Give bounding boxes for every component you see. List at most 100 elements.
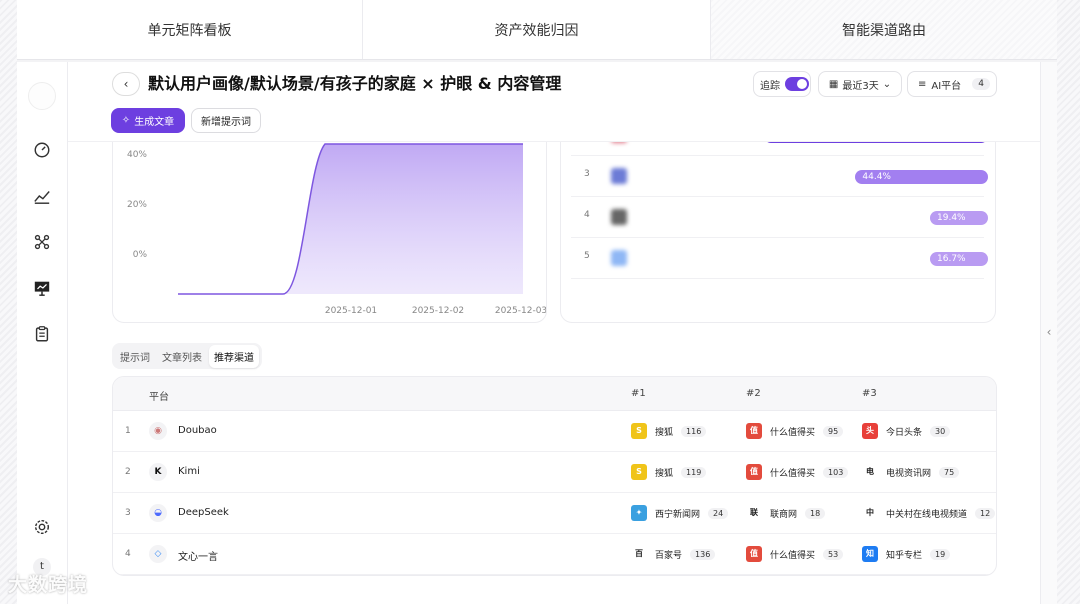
track-toggle-group: 追踪 [753, 71, 811, 97]
channel-name: 什么值得买 [770, 427, 816, 438]
generate-article-button[interactable]: ✧ 生成文章 [111, 108, 185, 133]
tab-asset-attribution[interactable]: 资产效能归因 [363, 0, 711, 59]
table-row[interactable]: 1 ◉ Doubao S 搜狐 116 值什么值得买 95 头今日头条 30 [113, 411, 996, 452]
ranking-row: 4 19.4% [571, 197, 988, 238]
back-button[interactable]: ‹ [112, 72, 140, 96]
channel-cell[interactable]: 联联商网 18 [746, 504, 826, 522]
col-rank-3: #3 [862, 388, 877, 399]
presentation-icon[interactable] [30, 276, 54, 300]
calendar-icon: ▦ [828, 78, 839, 90]
channel-cell[interactable]: 值什么值得买 103 [746, 463, 849, 481]
table-row[interactable]: 4 ◇ 文心一言 百百家号 136 值什么值得买 53 知知乎专栏 19 [113, 534, 996, 575]
channel-cell[interactable]: 电电视资讯网 75 [862, 463, 960, 481]
kimi-icon: K [149, 463, 167, 481]
citation-count: 18 [805, 507, 826, 519]
channel-cell[interactable]: ✦ 西宁新闻网 24 [631, 504, 729, 522]
citation-count: 119 [681, 466, 707, 478]
col-rank-1: #1 [631, 388, 646, 399]
y-tick-label: 20% [127, 200, 147, 210]
platform-count-badge: 4 [972, 78, 990, 90]
channel-name: 西宁新闻网 [655, 509, 701, 520]
tab-unit-matrix[interactable]: 单元矩阵看板 [17, 0, 363, 59]
channel-cell[interactable]: 值什么值得买 53 [746, 545, 844, 563]
dashboard-icon[interactable] [30, 138, 54, 162]
row-index: 2 [125, 467, 131, 477]
channel-logo-icon: 头 [862, 423, 878, 439]
citation-count: 19 [930, 548, 951, 560]
channel-name: 知乎专栏 [886, 550, 923, 561]
platform-name: 文心一言 [178, 552, 218, 563]
table-row[interactable]: 3 ◒ DeepSeek ✦ 西宁新闻网 24 联联商网 18 中中关村在线电视频道 12 [113, 493, 996, 534]
channel-name: 什么值得买 [770, 468, 816, 479]
rank-number: 5 [584, 251, 590, 261]
channel-cell[interactable]: S 搜狐 119 [631, 463, 707, 481]
channel-cell[interactable]: 百百家号 136 [631, 545, 716, 563]
row-index: 3 [125, 508, 131, 518]
citation-count: 75 [939, 466, 960, 478]
right-margin [1057, 0, 1080, 604]
channel-cell[interactable]: 值什么值得买 95 [746, 422, 844, 440]
channel-logo-icon: 值 [746, 464, 762, 480]
channel-cell[interactable]: 中中关村在线电视频道 12 [862, 504, 996, 522]
chevron-left-icon: ‹ [123, 77, 129, 91]
channel-name: 今日头条 [886, 427, 923, 438]
share-bar: 19.4% [930, 211, 988, 225]
date-range-select[interactable]: ▦ 最近3天 ⌄ [818, 71, 902, 97]
table-header: 平台 #1 #2 #3 [113, 377, 996, 411]
channel-logo-icon: S [631, 464, 647, 480]
page-title: 默认用户画像/默认场景/有孩子的家庭 × 护眼 & 内容管理 [148, 74, 562, 93]
table-row[interactable]: 2 K Kimi S 搜狐 119 值什么值得买 103 电电视资讯网 75 [113, 452, 996, 493]
tab-channel-routing[interactable]: 智能渠道路由 [711, 0, 1057, 59]
channel-logo-icon: 中 [862, 505, 878, 521]
add-prompt-button[interactable]: 新增提示词 [191, 108, 261, 133]
workspace-avatar[interactable] [28, 82, 56, 110]
analytics-icon[interactable] [30, 184, 54, 208]
citation-count: 53 [823, 548, 844, 560]
chevron-left-icon[interactable]: ‹ [1044, 322, 1054, 342]
rank-number: 4 [584, 210, 590, 220]
channel-logo-icon: 知 [862, 546, 878, 562]
citation-count: 30 [930, 425, 951, 437]
citation-count: 116 [681, 425, 707, 437]
tab-recommended-channels[interactable]: 推荐渠道 [209, 344, 259, 368]
row-index: 4 [125, 549, 131, 559]
tab-prompts[interactable]: 提示词 [115, 345, 155, 368]
channel-cell[interactable]: 知知乎专栏 19 [862, 545, 951, 563]
channel-logo-icon: 值 [746, 423, 762, 439]
channel-cell[interactable]: S 搜狐 116 [631, 422, 707, 440]
channel-logo-icon: S [631, 423, 647, 439]
network-icon[interactable] [30, 230, 54, 254]
brand-logo-icon [611, 168, 627, 184]
generate-article-label: 生成文章 [134, 117, 175, 128]
channel-logo-icon: 联 [746, 505, 762, 521]
ranking-row: 5 16.7% [571, 238, 988, 279]
x-tick-label: 2025-12-02 [412, 306, 464, 316]
row-index: 1 [125, 426, 131, 436]
wenxin-icon: ◇ [149, 545, 167, 563]
settings-icon[interactable] [30, 515, 54, 539]
share-bar: 44.4% [855, 170, 988, 184]
channel-name: 百家号 [655, 550, 683, 561]
channel-table: 平台 #1 #2 #3 1 ◉ Doubao S 搜狐 116 值什么值得买 95 头今日头条 3… [112, 376, 997, 576]
col-platform: 平台 [149, 392, 169, 403]
track-toggle[interactable] [785, 77, 809, 91]
citation-count: 136 [690, 548, 716, 560]
citation-count: 24 [708, 507, 729, 519]
channel-logo-icon: 电 [862, 464, 878, 480]
main-content: ‹ 默认用户画像/默认场景/有孩子的家庭 × 护眼 & 内容管理 追踪 ▦ 最近… [68, 62, 1040, 604]
clipboard-icon[interactable] [30, 322, 54, 346]
citation-count: 103 [823, 466, 849, 478]
channel-name: 什么值得买 [770, 550, 816, 561]
brand-logo-icon [611, 209, 627, 225]
platform-filter[interactable]: ≡ AI平台 4 [907, 71, 997, 97]
channel-cell[interactable]: 头今日头条 30 [862, 422, 951, 440]
channel-name: 搜狐 [655, 468, 674, 479]
doubao-icon: ◉ [149, 422, 167, 440]
channel-name: 联商网 [770, 509, 798, 520]
track-label: 追踪 [760, 80, 780, 92]
channel-logo-icon: 值 [746, 546, 762, 562]
tab-article-list[interactable]: 文章列表 [157, 345, 207, 368]
sidebar: t [17, 62, 68, 604]
top-tab-bar: 单元矩阵看板 资产效能归因 智能渠道路由 [17, 0, 1057, 60]
platform-filter-label: AI平台 [931, 80, 962, 92]
